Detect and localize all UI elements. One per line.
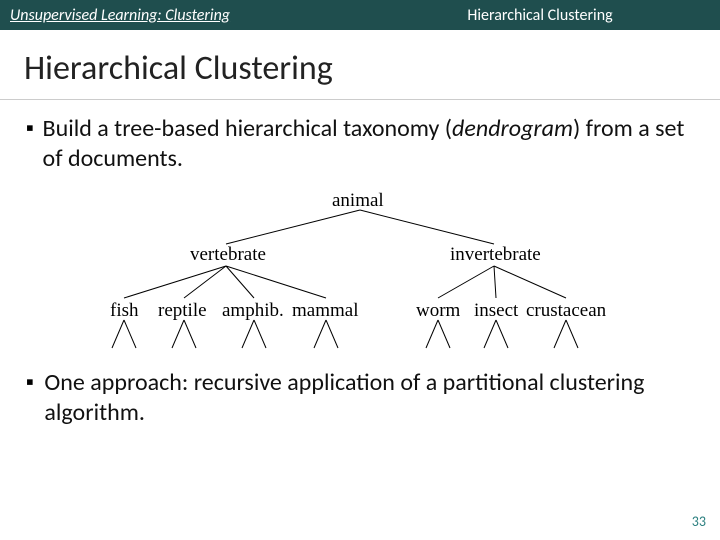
leaf-worm: worm [416, 300, 460, 322]
page-number: 33 [692, 513, 706, 530]
dendrogram: animal vertebrate invertebrate fish rept… [26, 188, 694, 368]
leaf-crustacean: crustacean [526, 300, 606, 322]
node-vertebrate: vertebrate [190, 244, 266, 266]
bullet-1-text: Build a tree-based hierarchical taxonomy… [43, 114, 694, 174]
bullet-1-b: dendrogram [452, 114, 573, 143]
leaf-reptile: reptile [158, 300, 207, 322]
leaf-insect: insect [474, 300, 518, 322]
bullet-1-a: Build a tree-based hierarchical taxonomy… [43, 114, 453, 143]
bullet-1: ▪ Build a tree-based hierarchical taxono… [26, 114, 694, 174]
title-rule [0, 99, 720, 100]
topbar-right: Hierarchical Clustering [360, 0, 720, 30]
page-title: Hierarchical Clustering [0, 30, 720, 99]
leaf-fish: fish [110, 300, 139, 322]
topbar: Unsupervised Learning: Clustering Hierar… [0, 0, 720, 30]
dendrogram-svg [26, 188, 694, 368]
bullet-mark: ▪ [26, 368, 44, 428]
body: ▪ Build a tree-based hierarchical taxono… [0, 114, 720, 428]
bullet-mark: ▪ [26, 114, 43, 174]
slide: Unsupervised Learning: Clustering Hierar… [0, 0, 720, 540]
leaf-amphib: amphib. [222, 300, 284, 322]
node-invertebrate: invertebrate [450, 244, 541, 266]
bullet-2: ▪ One approach: recursive application of… [26, 368, 694, 428]
leaf-mammal: mammal [292, 300, 358, 322]
topbar-left: Unsupervised Learning: Clustering [0, 0, 360, 30]
node-root: animal [332, 190, 384, 212]
bullet-2-text: One approach: recursive application of a… [44, 368, 694, 428]
